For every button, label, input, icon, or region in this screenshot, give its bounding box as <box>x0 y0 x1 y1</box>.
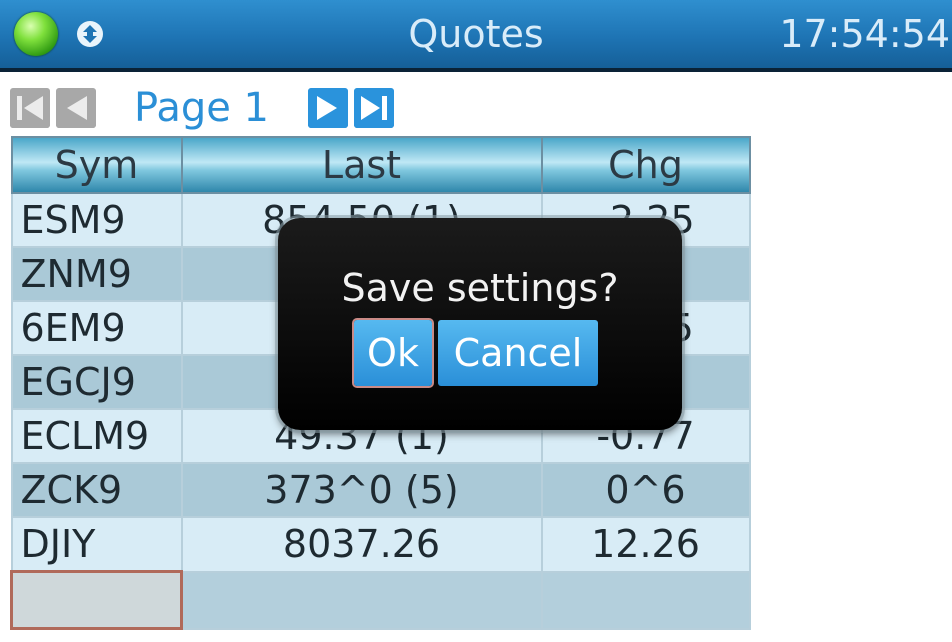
cell-chg: 0^6 <box>540 462 751 518</box>
cell-sym-selected[interactable] <box>10 570 183 630</box>
column-header-sym[interactable]: Sym <box>10 136 183 194</box>
cell-sym: ZNM9 <box>10 246 183 302</box>
cancel-button[interactable]: Cancel <box>438 320 598 386</box>
cell-sym: EGCJ9 <box>10 354 183 410</box>
table-row-empty[interactable] <box>10 570 751 630</box>
cell-sym: ECLM9 <box>10 408 183 464</box>
next-page-icon[interactable] <box>308 88 348 128</box>
cell-sym: DJIY <box>10 516 183 573</box>
pager: Page 1 <box>10 84 430 132</box>
previous-page-icon[interactable] <box>56 88 96 128</box>
cell-chg: 12.26 <box>540 516 751 573</box>
title-bar: Quotes 17:54:54 <box>0 0 952 72</box>
save-settings-dialog: Save settings? Ok Cancel <box>278 218 682 430</box>
first-page-icon[interactable] <box>10 88 50 128</box>
last-page-icon[interactable] <box>354 88 394 128</box>
table-header: Sym Last Chg <box>10 136 751 194</box>
cell-chg <box>540 570 751 630</box>
dialog-message: Save settings? <box>341 266 619 310</box>
cell-last: 373^0 (5) <box>180 462 543 518</box>
cell-sym: ZCK9 <box>10 462 183 518</box>
ok-button[interactable]: Ok <box>354 320 432 386</box>
table-row[interactable]: DJIY 8037.26 12.26 <box>10 516 751 573</box>
column-header-last[interactable]: Last <box>180 136 543 194</box>
page-label: Page 1 <box>134 85 269 131</box>
cell-last: 8037.26 <box>180 516 543 573</box>
clock: 17:54:54 <box>779 12 950 56</box>
column-header-chg[interactable]: Chg <box>540 136 751 194</box>
cell-sym: 6EM9 <box>10 300 183 356</box>
table-row[interactable]: ZCK9 373^0 (5) 0^6 <box>10 462 751 518</box>
cell-sym: ESM9 <box>10 192 183 248</box>
cell-last <box>180 570 543 630</box>
